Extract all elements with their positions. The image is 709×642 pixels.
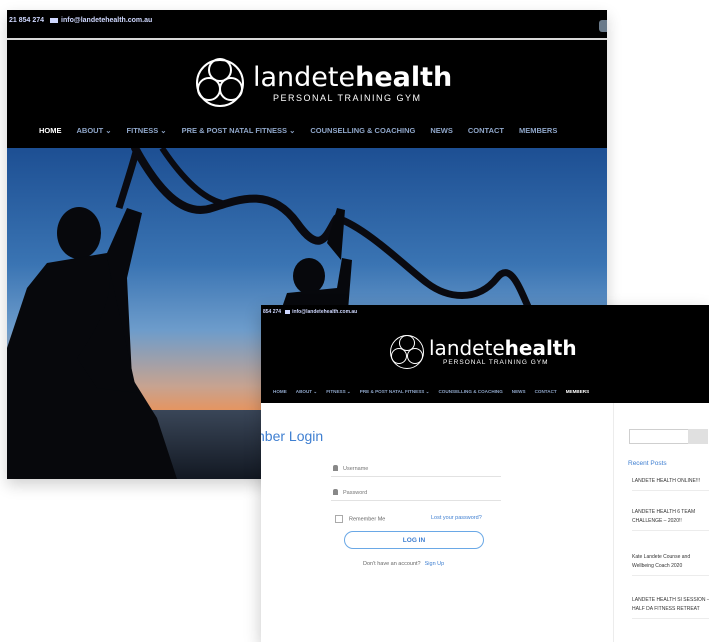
- header-bar: 854 274 info@landetehealth.com.au landete…: [261, 305, 709, 403]
- nav-members[interactable]: MEMBERS: [566, 389, 589, 395]
- nav-natal-fitness[interactable]: PRE & POST NATAL FITNESS ⌄: [182, 126, 296, 135]
- nav-news[interactable]: NEWS: [512, 389, 526, 395]
- nav-members[interactable]: MEMBERS: [519, 126, 557, 135]
- nav-about[interactable]: ABOUT ⌄: [77, 126, 112, 135]
- login-content: nber Login Remember Me Lost your passwor…: [261, 403, 709, 642]
- brand-name: landetehealth: [253, 61, 453, 93]
- brand-name: landetehealth: [429, 336, 577, 360]
- user-icon: [333, 465, 338, 471]
- main-nav: HOME ABOUT ⌄ FITNESS ⌄ PRE & POST NATAL …: [39, 126, 572, 135]
- email-icon: [285, 309, 291, 314]
- search-button[interactable]: [688, 429, 708, 444]
- recent-post-item[interactable]: LANDETE HEALTH ONLINE!!!: [632, 477, 709, 491]
- nav-fitness[interactable]: FITNESS ⌄: [326, 389, 351, 395]
- phone-number: 21 854 274: [9, 17, 45, 24]
- logo-rings-icon: [390, 335, 424, 369]
- recent-posts-title: Recent Posts: [628, 460, 667, 467]
- nav-contact[interactable]: CONTACT: [535, 389, 557, 395]
- nav-home[interactable]: HOME: [39, 126, 62, 135]
- password-field[interactable]: [331, 486, 501, 501]
- lock-icon: [333, 489, 338, 495]
- lost-password-link[interactable]: Lost your password?: [431, 515, 482, 521]
- recent-post-item[interactable]: LANDETE HEALTH 6 TEAM CHALLENGE – 2020!!: [632, 508, 709, 531]
- phone-number: 854 274: [263, 309, 282, 315]
- email-icon: [50, 17, 59, 23]
- login-button[interactable]: LOG IN: [344, 531, 484, 549]
- site-logo[interactable]: landetehealth PERSONAL TRAINING GYM: [195, 58, 452, 108]
- signup-prompt: Don't have an account? Sign Up: [363, 561, 444, 567]
- username-input[interactable]: [343, 463, 493, 474]
- page-title: nber Login: [261, 428, 324, 444]
- nav-natal-fitness[interactable]: PRE & POST NATAL FITNESS ⌄: [360, 389, 430, 395]
- recent-post-item[interactable]: Kate Landete Counse and Wellbeing Coach …: [632, 553, 709, 576]
- main-nav: HOME ABOUT ⌄ FITNESS ⌄ PRE & POST NATAL …: [273, 389, 598, 395]
- nav-counselling[interactable]: COUNSELLING & COACHING: [438, 389, 502, 395]
- remember-label: Remember Me: [349, 516, 386, 523]
- site-logo[interactable]: landetehealth PERSONAL TRAINING GYM: [390, 335, 577, 369]
- signup-link[interactable]: Sign Up: [425, 561, 445, 567]
- nav-news[interactable]: NEWS: [430, 126, 453, 135]
- username-field[interactable]: [331, 462, 501, 477]
- email-link[interactable]: info@landetehealth.com.au: [292, 309, 357, 315]
- member-login-screenshot: 854 274 info@landetehealth.com.au landete…: [261, 305, 709, 642]
- brand-tagline: PERSONAL TRAINING GYM: [443, 359, 549, 366]
- contact-info: 21 854 274 info@landetehealth.com.au: [9, 17, 152, 24]
- top-contact-bar: 21 854 274 info@landetehealth.com.au: [7, 10, 607, 40]
- nav-counselling[interactable]: COUNSELLING & COACHING: [310, 126, 415, 135]
- remember-checkbox[interactable]: [335, 515, 343, 523]
- nav-about[interactable]: ABOUT ⌄: [296, 389, 317, 395]
- nav-contact[interactable]: CONTACT: [468, 126, 504, 135]
- nav-fitness[interactable]: FITNESS ⌄: [127, 126, 167, 135]
- contact-info: 854 274 info@landetehealth.com.au: [263, 309, 357, 315]
- no-account-text: Don't have an account?: [363, 561, 421, 567]
- social-icon[interactable]: [599, 20, 607, 32]
- sidebar: Recent Posts LANDETE HEALTH ONLINE!!! LA…: [613, 403, 709, 642]
- password-input[interactable]: [343, 487, 493, 498]
- recent-post-item[interactable]: LANDETE HEALTH SI SESSION – HALF DA FITN…: [632, 596, 709, 619]
- search-input[interactable]: [629, 429, 688, 444]
- remember-me[interactable]: Remember Me: [335, 515, 385, 523]
- email-link[interactable]: info@landetehealth.com.au: [61, 17, 152, 24]
- logo-rings-icon: [195, 58, 245, 108]
- brand-tagline: PERSONAL TRAINING GYM: [273, 92, 422, 103]
- nav-home[interactable]: HOME: [273, 389, 287, 395]
